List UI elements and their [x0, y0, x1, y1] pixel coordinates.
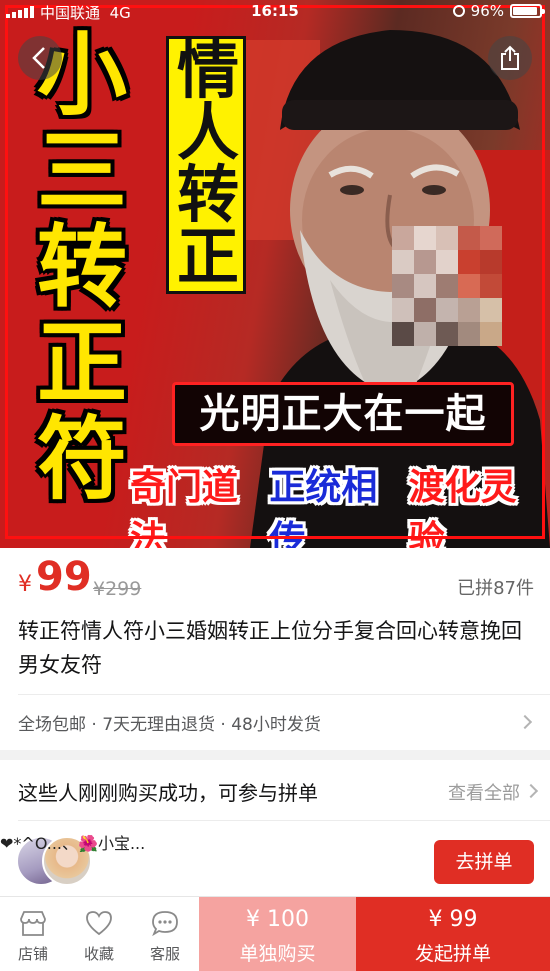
share-icon [501, 45, 519, 70]
buy-alone-label: 单独购买 [239, 943, 316, 965]
group-price: 99 [36, 554, 92, 600]
single-price: ¥ 100 [246, 907, 309, 932]
service-text: 全场包邮 · 7天无理由退货 · 48小时发货 [18, 715, 321, 735]
currency-symbol: ¥ [18, 572, 32, 597]
hero-vertical-char: 三 [37, 119, 127, 224]
hero-subtitle-char: 正 [176, 220, 239, 293]
hero-vertical-title: 小 三 转 正 符 [28, 28, 136, 508]
favorite-tab[interactable]: 收藏 [66, 897, 132, 971]
back-button[interactable] [18, 36, 62, 80]
hero-banner-sub: 奇门道法 正统相传 渡化灵验 [130, 462, 548, 548]
customer-service-label: 客服 [149, 945, 180, 963]
chevron-right-icon [523, 783, 539, 799]
battery-icon [510, 4, 545, 18]
group-buy-heading: 这些人刚刚购买成功，可参与拼单 [18, 781, 318, 805]
join-group-button[interactable]: 去拼单 [434, 840, 534, 884]
price-row: ¥ 99 ¥299 已拼87件 [0, 548, 550, 606]
hero-subtitle-char: 人 [176, 96, 239, 169]
store-label: 店铺 [17, 945, 48, 963]
status-bar: 中国联通 4G 16:15 96% [0, 0, 550, 24]
group-buy-price: ¥ 99 [428, 907, 478, 932]
hero-vertical-char: 正 [37, 311, 127, 416]
product-title: 转正符情人符小三婚姻转正上位分手复合回心转意挽回男女友符 [18, 619, 522, 677]
service-guarantee-row[interactable]: 全场包邮 · 7天无理由退货 · 48小时发货 [0, 694, 550, 750]
chevron-right-icon [517, 714, 533, 730]
battery-percent: 96% [470, 2, 504, 20]
hero-vertical-char: 转 [37, 215, 127, 320]
bottom-action-bar: 店铺 收藏 客服 ¥ 100 单独购买 ¥ 99 发起拼单 [0, 896, 550, 971]
share-button[interactable] [488, 36, 532, 80]
group-buy-header: 这些人刚刚购买成功，可参与拼单 查看全部 [0, 760, 550, 820]
store-tab[interactable]: 店铺 [0, 897, 66, 971]
rotation-lock-icon [452, 5, 465, 17]
chat-bubble-icon [152, 911, 178, 937]
product-image[interactable]: 小 三 转 正 符 情 人 转 正 光明正大在一起 奇门道法 正统相传 渡化灵验 [0, 0, 550, 548]
sold-count: 已拼87件 [457, 578, 534, 599]
chevron-left-icon [32, 47, 45, 69]
view-all-link[interactable]: 查看全部 [448, 779, 520, 805]
start-group-label: 发起拼单 [414, 943, 491, 965]
buy-alone-button[interactable]: ¥ 100 单独购买 [199, 897, 356, 971]
store-icon [20, 911, 46, 936]
status-right: 96% [452, 2, 545, 20]
favorite-label: 收藏 [83, 945, 114, 963]
hero-banner-phrase: 奇门道法 [130, 467, 239, 548]
hero-banner-phrase: 正统相传 [269, 467, 378, 548]
hero-vertical-char: 符 [37, 407, 127, 512]
hero-banner-main: 光明正大在一起 [172, 382, 514, 446]
divider [18, 820, 550, 821]
pixelated-watermark [392, 226, 502, 346]
customer-service-tab[interactable]: 客服 [132, 897, 198, 971]
hero-banner-phrase: 渡化灵验 [408, 467, 517, 548]
hero-subtitle-char: 情 [176, 34, 239, 107]
hero-vertical-subtitle: 情 人 转 正 [172, 40, 244, 288]
heart-icon [86, 911, 112, 936]
original-price: ¥299 [93, 578, 142, 600]
start-group-buy-button[interactable]: ¥ 99 发起拼单 [356, 897, 550, 971]
hero-subtitle-char: 转 [176, 158, 239, 231]
section-gap [0, 750, 550, 760]
